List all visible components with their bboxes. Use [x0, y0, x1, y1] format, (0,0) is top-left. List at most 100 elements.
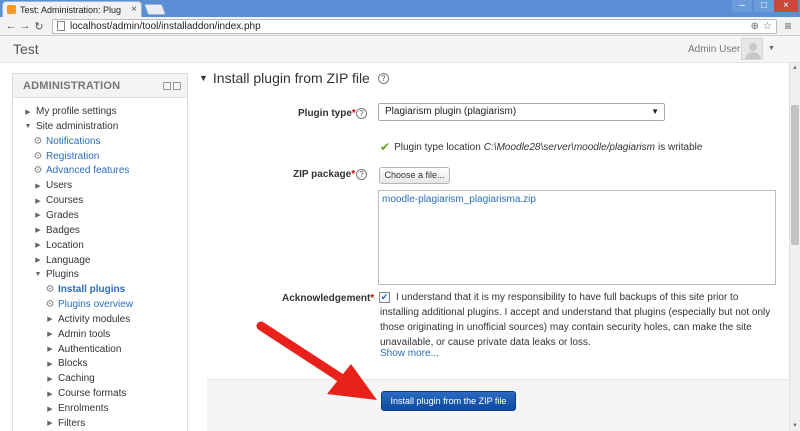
admin-tree-item[interactable]: ▶ My profile settings: [23, 104, 117, 119]
expanded-arrow-icon: ▼: [24, 122, 32, 130]
zoom-icon[interactable]: ⊕: [751, 21, 759, 32]
close-window-button[interactable]: ×: [774, 0, 798, 12]
admin-tree-item[interactable]: ▶ Course formats: [45, 386, 126, 401]
admin-tree-item-label: My profile settings: [36, 106, 117, 117]
scrollbar-thumb[interactable]: [791, 105, 799, 245]
block-collapse-icon[interactable]: [173, 82, 181, 90]
admin-tree-item-label: Activity modules: [58, 313, 131, 325]
scroll-up-icon[interactable]: ▲: [790, 63, 800, 73]
admin-tree-item-label: Language: [46, 254, 91, 266]
browser-menu-icon[interactable]: ≡: [780, 19, 796, 33]
type-location-suffix: is writable: [657, 141, 703, 153]
admin-tree-item[interactable]: ▶ Badges: [33, 223, 80, 238]
page-scrollbar[interactable]: ▲ ▼: [789, 63, 800, 431]
show-more-link[interactable]: Show more...: [380, 348, 439, 359]
maximize-window-button[interactable]: □: [754, 0, 774, 12]
admin-tree-item-label: Site administration: [36, 120, 119, 132]
admin-tree-item[interactable]: ▶ Users: [33, 178, 72, 193]
admin-tree-item[interactable]: ⚙ Registration: [33, 149, 100, 164]
choose-file-button[interactable]: Choose a file...: [379, 167, 450, 184]
admin-tree-item[interactable]: ▶ Authentication: [45, 342, 121, 357]
admin-tree-item-label: Caching: [58, 373, 95, 385]
admin-tree-item-label: Plugins: [46, 269, 79, 281]
plugin-type-label-text: Plugin type: [298, 108, 352, 119]
plugin-type-select[interactable]: Plagiarism plugin (plagiarism) ▼: [378, 103, 665, 121]
admin-tree-item[interactable]: ▶ Location: [33, 238, 84, 253]
admin-tree-item-label: Blocks: [58, 358, 88, 370]
plugin-type-location-note: ✔ Plugin type location C:\Moodle28\serve…: [380, 140, 702, 154]
gear-icon: ⚙: [45, 284, 55, 296]
user-avatar[interactable]: [741, 38, 763, 60]
admin-tree-item[interactable]: ▶ Language: [33, 253, 91, 268]
collapsed-arrow-icon: ▶: [47, 420, 53, 428]
admin-tree-item[interactable]: ▶ Admin tools: [45, 327, 110, 342]
admin-tree-item[interactable]: ▼ Plugins: [33, 267, 79, 282]
gear-icon: ⚙: [45, 299, 55, 311]
browser-tab[interactable]: Test: Administration: Plug ×: [2, 1, 142, 17]
admin-tree-item[interactable]: ▶ Caching: [45, 371, 95, 386]
admin-tree-item-label: Grades: [46, 209, 79, 221]
acknowledgement-text: I understand that it is my responsibilit…: [380, 292, 771, 348]
admin-tree-item[interactable]: ▶ Filters: [45, 416, 85, 431]
collapsed-arrow-icon: ▶: [35, 242, 41, 250]
admin-tree-item[interactable]: ⚙ Advanced features: [33, 163, 130, 178]
administration-block-header: ADMINISTRATION: [13, 74, 187, 98]
acknowledgement-checkbox[interactable]: ✔: [379, 292, 390, 303]
plugin-type-selected: Plagiarism plugin (plagiarism): [385, 106, 517, 117]
collapsed-arrow-icon: ▶: [47, 360, 53, 368]
type-location-path: C:\Moodle28\server\moodle/plagiarism: [483, 141, 655, 153]
browser-tab-bar: Test: Administration: Plug × – □ ×: [0, 0, 800, 17]
gear-icon: ⚙: [33, 135, 43, 147]
admin-tree-item-label: Badges: [46, 224, 80, 236]
reload-icon[interactable]: ↻: [32, 20, 46, 33]
site-name[interactable]: Test: [13, 41, 39, 57]
close-tab-icon[interactable]: ×: [131, 4, 137, 15]
collapse-triangle-icon[interactable]: ▼: [199, 73, 208, 83]
admin-tree-item[interactable]: ⚙ Install plugins: [45, 282, 126, 297]
expanded-arrow-icon: ▼: [34, 271, 42, 279]
page-title: Install plugin from ZIP file: [212, 70, 370, 86]
block-dock-icon[interactable]: [163, 82, 171, 90]
help-icon[interactable]: ?: [377, 72, 389, 84]
admin-tree-item-label: Registration: [46, 150, 100, 162]
check-icon: ✔: [380, 140, 391, 154]
admin-tree-item-label: Filters: [58, 417, 86, 429]
admin-tree-item[interactable]: ▶ Activity modules: [45, 312, 130, 327]
admin-tree-item[interactable]: ▼ Site administration: [23, 119, 119, 134]
admin-tree-item[interactable]: ▶ Grades: [33, 208, 79, 223]
uploaded-file-name[interactable]: moodle-plagiarism_plagiarisma.zip: [382, 194, 536, 205]
install-plugin-button[interactable]: Install plugin from the ZIP file: [381, 391, 516, 411]
page-heading: ▼ Install plugin from ZIP file ?: [199, 67, 389, 89]
type-location-prefix: Plugin type location: [394, 141, 481, 153]
admin-tree-item-label: Install plugins: [58, 284, 126, 296]
scroll-down-icon[interactable]: ▼: [790, 421, 800, 431]
acknowledgement-label-text: Acknowledgement: [282, 293, 371, 304]
collapsed-arrow-icon: ▶: [35, 212, 41, 220]
admin-tree-item[interactable]: ▶ Blocks: [45, 356, 87, 371]
admin-tree-item[interactable]: ⚙ Notifications: [33, 134, 101, 149]
acknowledgement-label: Acknowledgement*: [282, 293, 374, 304]
collapsed-arrow-icon: ▶: [47, 331, 53, 339]
new-tab-button[interactable]: [143, 4, 167, 15]
zip-package-help-icon[interactable]: ?: [356, 169, 367, 180]
file-drop-area[interactable]: moodle-plagiarism_plagiarisma.zip: [378, 190, 776, 285]
url-text[interactable]: localhost/admin/tool/installaddon/index.…: [70, 21, 747, 32]
user-name[interactable]: Admin User: [688, 44, 740, 55]
address-bar[interactable]: localhost/admin/tool/installaddon/index.…: [52, 18, 777, 34]
bookmark-star-icon[interactable]: ☆: [763, 21, 772, 32]
required-marker: *: [370, 293, 375, 304]
user-menu-caret-icon[interactable]: ▼: [768, 45, 775, 52]
tab-title: Test: Administration: Plug: [20, 4, 122, 15]
plugin-type-help-icon[interactable]: ?: [356, 108, 367, 119]
admin-tree-item-label: Notifications: [46, 135, 101, 147]
minimize-window-button[interactable]: –: [732, 0, 752, 12]
admin-tree-item[interactable]: ⚙ Plugins overview: [45, 297, 134, 312]
avatar-head: [749, 43, 757, 51]
forward-arrow-icon[interactable]: →: [18, 20, 32, 32]
admin-tree-item-label: Users: [46, 180, 73, 192]
admin-tree-item[interactable]: ▶ Courses: [33, 193, 83, 208]
admin-tree-item[interactable]: ▶ Enrolments: [45, 401, 108, 416]
back-arrow-icon[interactable]: ←: [4, 20, 18, 32]
admin-tree-item-label: Plugins overview: [58, 299, 134, 311]
gear-icon: ⚙: [33, 150, 43, 162]
